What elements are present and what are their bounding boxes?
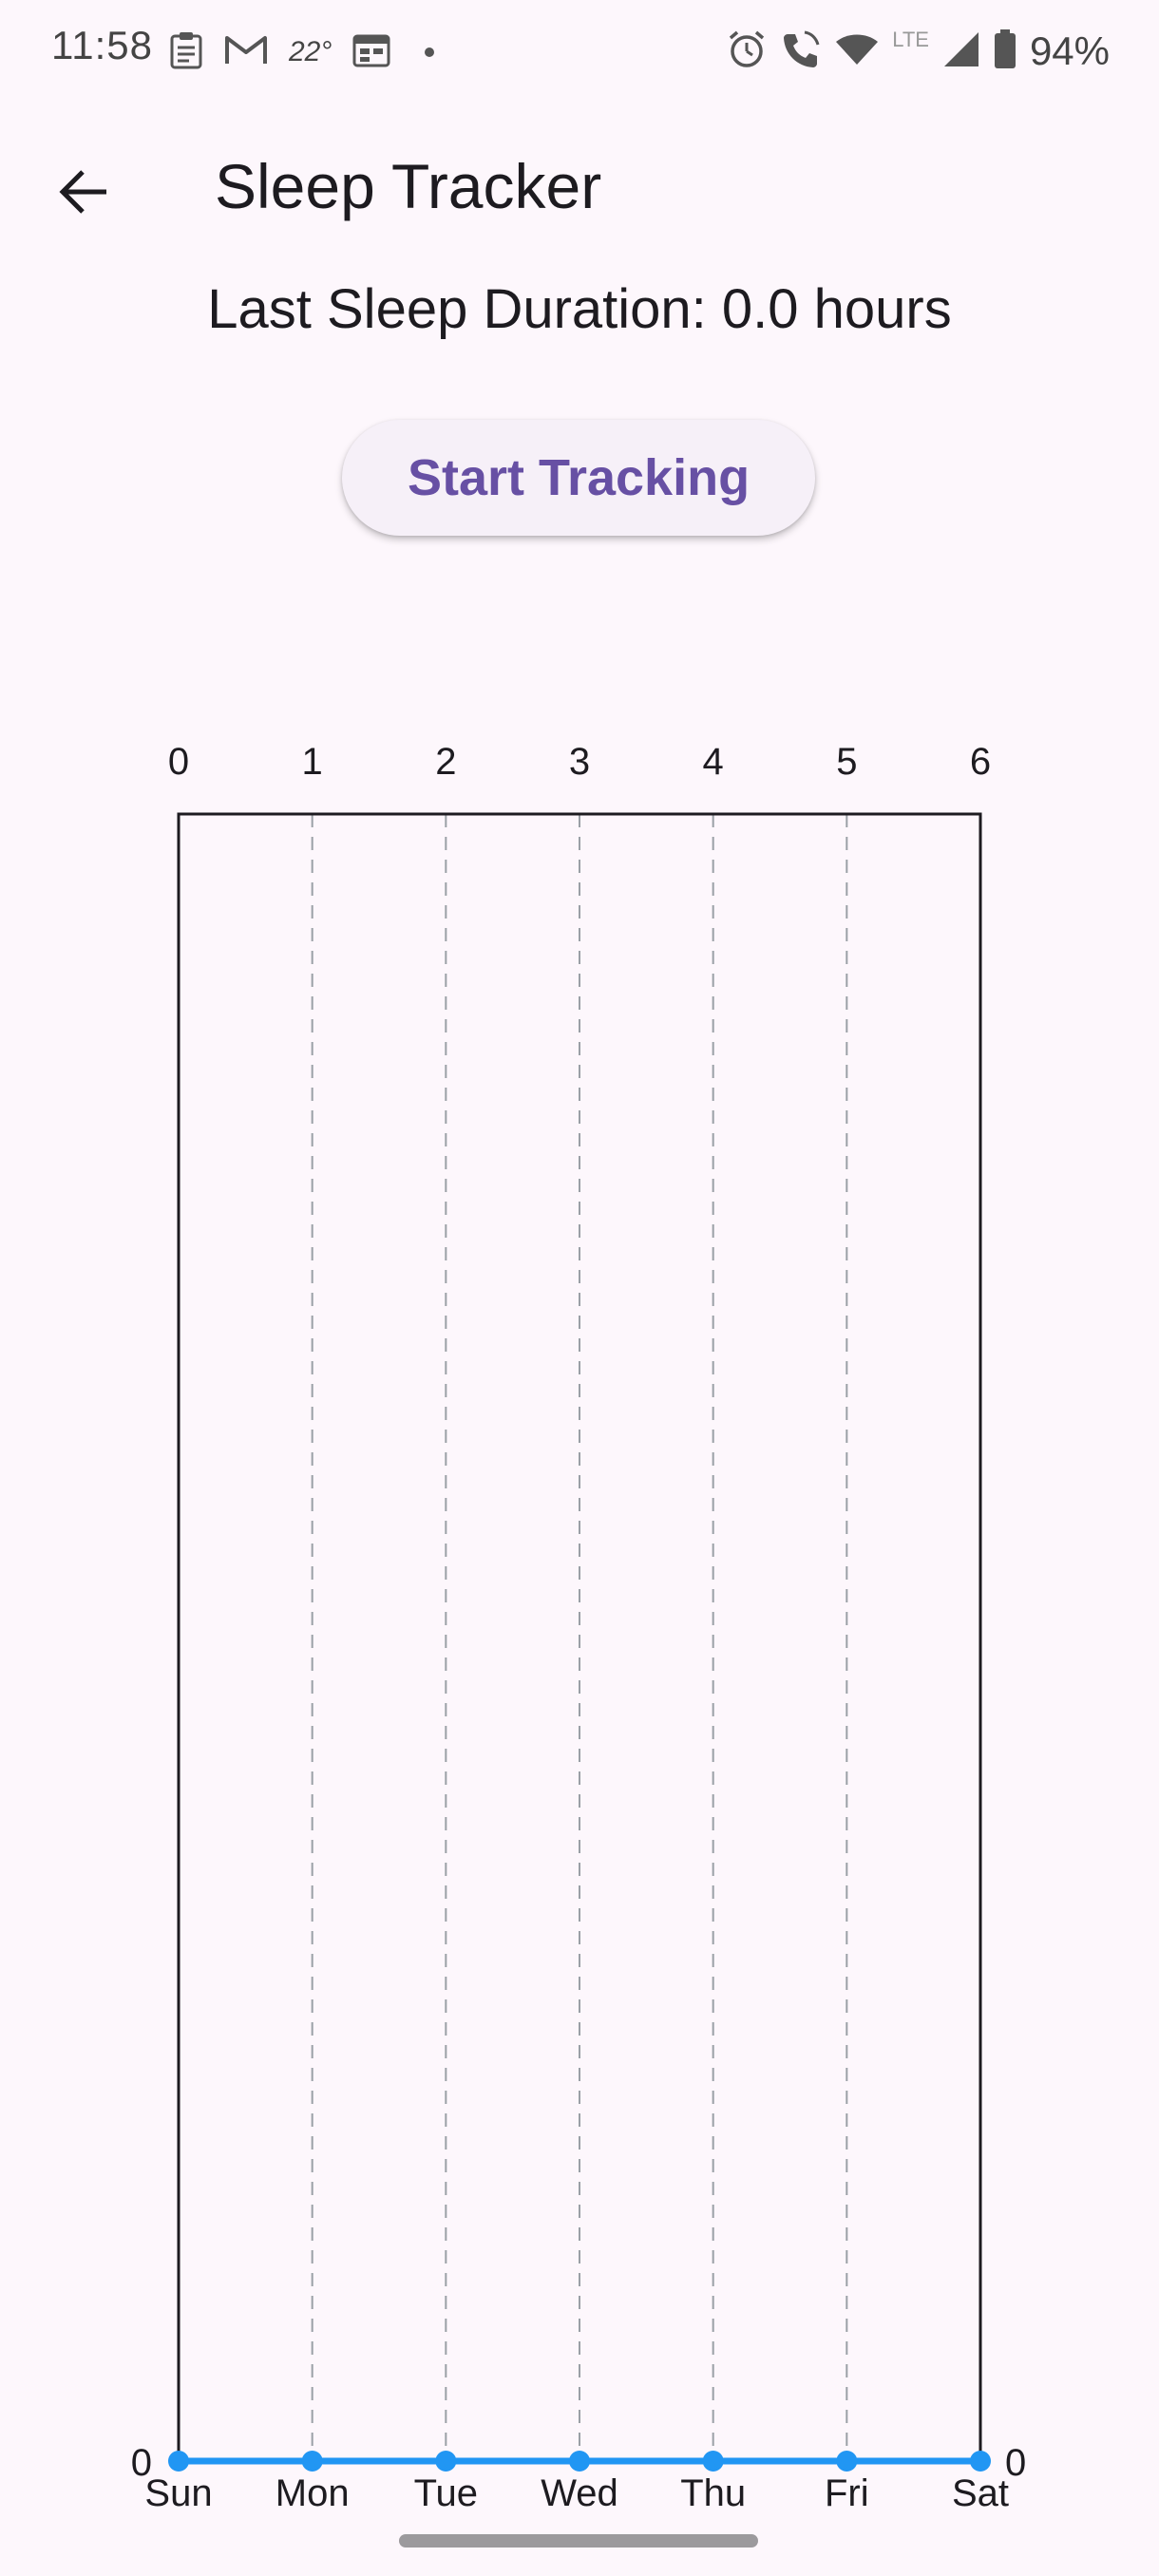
gmail-icon (224, 34, 268, 71)
day-label: Fri (825, 2472, 869, 2514)
day-label: Mon (276, 2472, 350, 2514)
top-tick-label: 4 (703, 741, 724, 783)
y-left-label: 0 (131, 2442, 152, 2484)
wifi-calling-icon (780, 28, 822, 75)
data-point (301, 2451, 323, 2472)
top-tick-label: 3 (569, 741, 590, 783)
status-time: 11:58 (51, 23, 153, 67)
battery-icon (994, 28, 1016, 74)
back-button[interactable] (46, 154, 122, 230)
temperature-text: 22° (289, 36, 332, 67)
network-type-label: LTE (892, 28, 929, 51)
day-label: Sun (144, 2472, 212, 2514)
day-label: Tue (414, 2472, 478, 2514)
alarm-icon (727, 29, 767, 74)
system-icons: LTE 94% (727, 23, 1110, 80)
more-notifications-dot (425, 47, 435, 57)
clipboard-icon (169, 31, 203, 74)
top-tick-label: 6 (970, 741, 991, 783)
page-title: Sleep Tracker (215, 151, 602, 221)
data-point (702, 2451, 724, 2472)
data-point (970, 2451, 991, 2472)
start-tracking-button[interactable]: Start Tracking (342, 420, 815, 536)
battery-percent: 94% (1029, 28, 1110, 73)
y-right-label: 0 (1005, 2442, 1026, 2484)
top-tick-label: 5 (836, 741, 857, 783)
calendar-icon (352, 33, 390, 72)
top-tick-label: 0 (168, 741, 189, 783)
day-label: Wed (541, 2472, 618, 2514)
app-bar: Sleep Tracker (0, 133, 1159, 247)
data-point (569, 2451, 590, 2472)
day-label: Thu (680, 2472, 746, 2514)
sleep-chart: 0 1 2 3 4 5 6 Sun Mon Tue Wed Thu Fri Sat 0 0 (131, 741, 1027, 2514)
chart-frame (177, 812, 982, 2463)
home-indicator[interactable] (399, 2534, 758, 2548)
arrow-back-icon (59, 170, 106, 214)
data-point (435, 2451, 457, 2472)
data-point (168, 2451, 189, 2472)
last-sleep-duration: Last Sleep Duration: 0.0 hours (207, 278, 952, 340)
top-tick-label: 1 (302, 741, 323, 783)
wifi-icon (835, 32, 879, 71)
day-label: Sat (952, 2472, 1009, 2514)
data-point (836, 2451, 858, 2472)
top-tick-label: 2 (435, 741, 456, 783)
notification-icons: 22° (169, 28, 435, 76)
status-bar: 11:58 22° LTE 94% (0, 0, 1159, 104)
signal-icon (942, 30, 980, 73)
